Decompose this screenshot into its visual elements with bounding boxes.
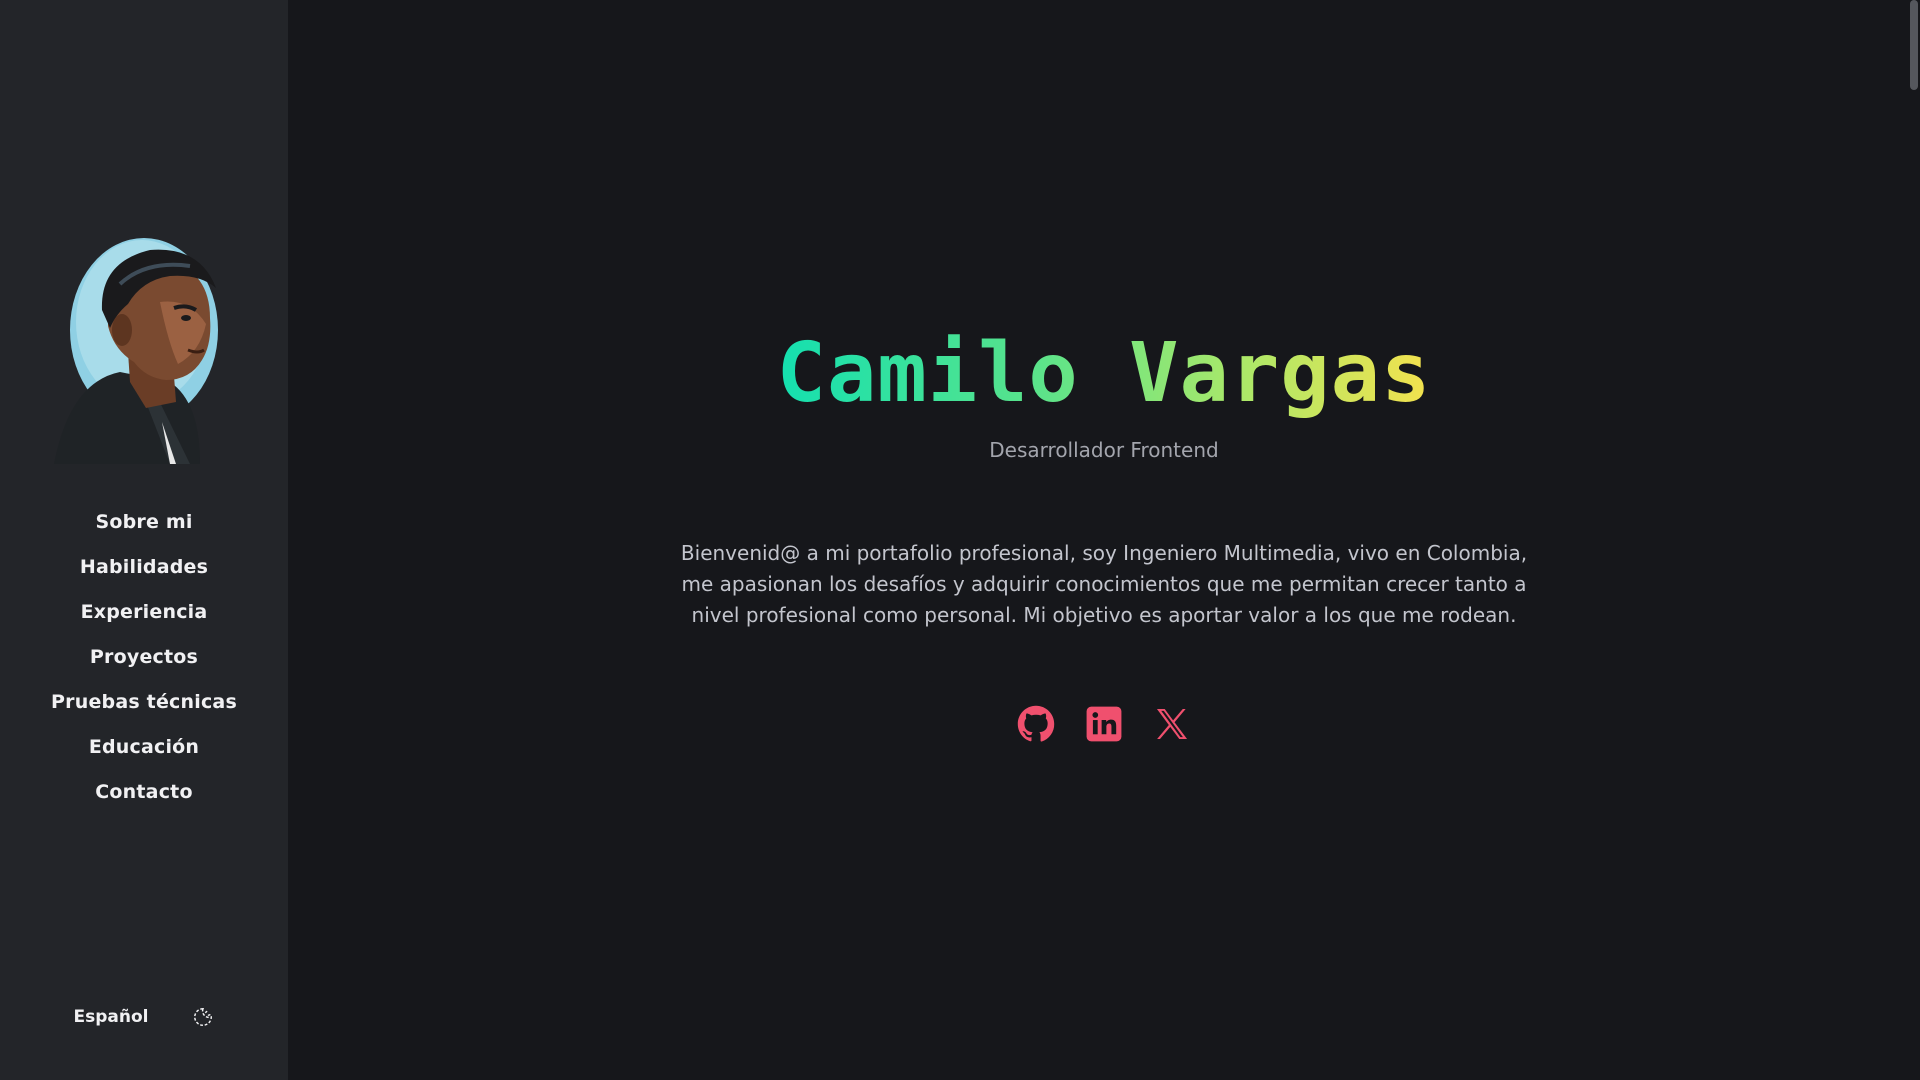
moon-icon[interactable] <box>192 1006 214 1028</box>
linkedin-icon <box>1086 706 1122 742</box>
scrollbar-thumb[interactable] <box>1910 0 1918 90</box>
nav-item-experiencia[interactable]: Experiencia <box>81 590 208 635</box>
main-content: Camilo Vargas Desarrollador Frontend Bie… <box>288 0 1920 1080</box>
hero-name-text: Camilo Vargas <box>776 326 1432 421</box>
nav-item-sobre-mi[interactable]: Sobre mi <box>95 500 192 545</box>
linkedin-link[interactable] <box>1084 704 1124 744</box>
sidebar-nav: Sobre mi Habilidades Experiencia Proyect… <box>0 500 288 815</box>
hero-subtitle: Desarrollador Frontend <box>989 438 1219 462</box>
nav-item-proyectos[interactable]: Proyectos <box>90 635 198 680</box>
page-layout: Sobre mi Habilidades Experiencia Proyect… <box>0 0 1920 1080</box>
x-link[interactable] <box>1152 704 1192 744</box>
nav-item-contacto[interactable]: Contacto <box>95 770 192 815</box>
sidebar: Sobre mi Habilidades Experiencia Proyect… <box>0 0 288 1080</box>
social-links <box>288 704 1920 744</box>
x-icon <box>1156 708 1188 740</box>
nav-item-educacion[interactable]: Educación <box>89 725 199 770</box>
language-button[interactable]: Español <box>74 1007 149 1027</box>
github-icon <box>1017 705 1055 742</box>
avatar <box>54 238 218 464</box>
nav-item-habilidades[interactable]: Habilidades <box>80 545 208 590</box>
hero-name: Camilo Vargas <box>288 326 1920 421</box>
hero-intro: Bienvenid@ a mi portafolio profesional, … <box>680 541 1528 627</box>
sidebar-footer: Español <box>0 1006 288 1028</box>
nav-item-pruebas-tecnicas[interactable]: Pruebas técnicas <box>51 680 237 725</box>
github-link[interactable] <box>1016 704 1056 744</box>
scrollbar[interactable] <box>1908 0 1920 1080</box>
